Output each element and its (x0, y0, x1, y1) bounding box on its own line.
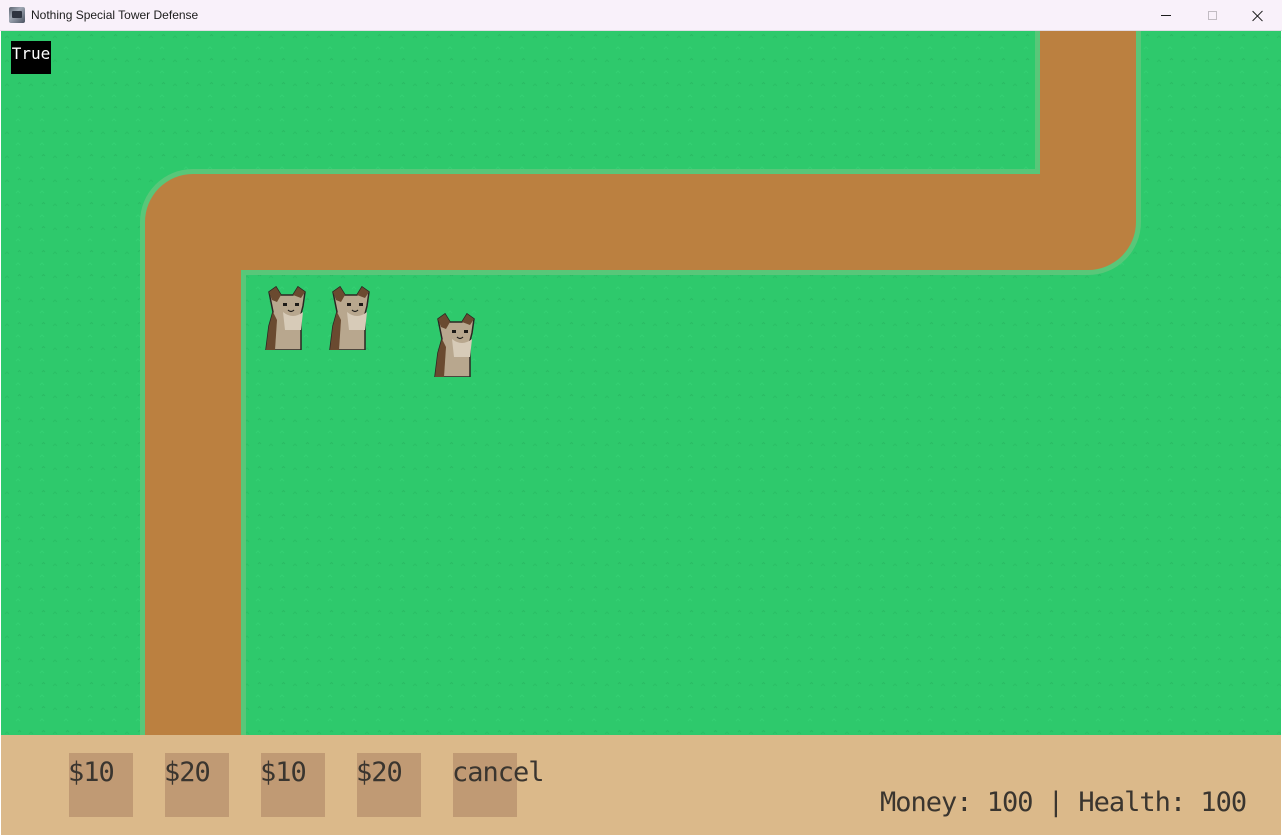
cat-tower[interactable] (432, 313, 480, 377)
buy-tower-button-3[interactable]: $10 (260, 753, 325, 817)
button-label: $20 (164, 757, 211, 788)
button-label: $20 (356, 757, 403, 788)
debug-flag-label: True (11, 41, 51, 74)
buy-tower-button-1[interactable]: $10 (68, 753, 133, 817)
game-map[interactable]: True (1, 31, 1281, 735)
maximize-button[interactable] (1189, 0, 1235, 31)
close-icon (1252, 10, 1264, 22)
minimize-button[interactable] (1143, 0, 1189, 31)
cat-tower-icon (434, 313, 475, 377)
cat-tower-icon (329, 286, 370, 350)
close-button[interactable] (1235, 0, 1281, 31)
game-app-icon (9, 7, 25, 23)
money-health-status: Money: 100 | Health: 100 (880, 787, 1247, 818)
button-label: $10 (68, 757, 115, 788)
map-terrain (1, 31, 1281, 735)
maximize-icon (1207, 11, 1217, 20)
cat-tower[interactable] (263, 286, 311, 350)
window-titlebar: Nothing Special Tower Defense (0, 0, 1282, 31)
cancel-button[interactable]: cancel (452, 753, 545, 817)
buy-tower-button-2[interactable]: $20 (164, 753, 229, 817)
window-title: Nothing Special Tower Defense (31, 8, 199, 22)
button-label: $10 (260, 757, 307, 788)
cat-tower[interactable] (327, 286, 375, 350)
cat-tower-icon (265, 286, 306, 350)
button-label: cancel (452, 757, 545, 788)
minimize-icon (1161, 15, 1171, 16)
shop-panel: $10 $20 $10 $20 cancel Money: 100 | Heal… (1, 735, 1281, 835)
buy-tower-button-4[interactable]: $20 (356, 753, 421, 817)
